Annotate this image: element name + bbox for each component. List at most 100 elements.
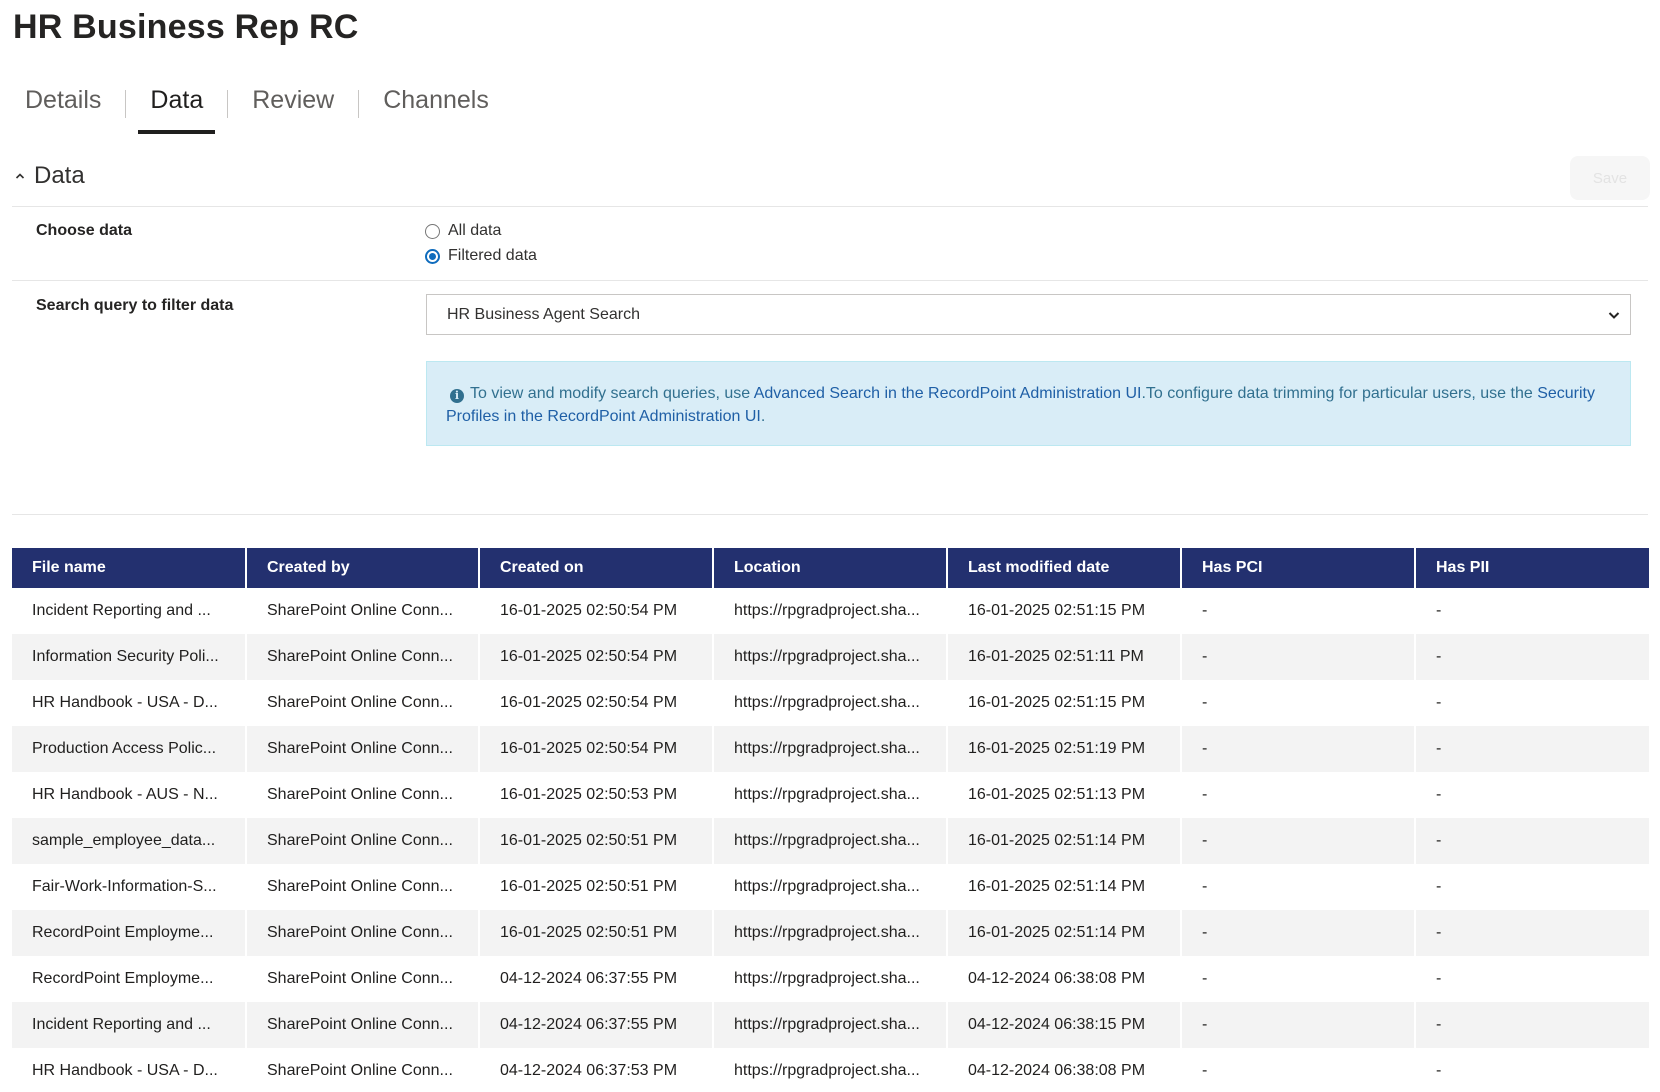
created-by-cell: SharePoint Online Conn... — [246, 726, 480, 772]
file-name-cell: Incident Reporting and ... — [12, 588, 247, 634]
has-pii-cell: - — [1436, 602, 1442, 619]
column-header-location[interactable]: Location — [713, 548, 948, 588]
table-row[interactable]: Incident Reporting and ... SharePoint Onl… — [12, 588, 1649, 634]
has-pii-cell: - — [1436, 970, 1442, 987]
info-text: . — [760, 408, 766, 425]
table-row[interactable]: sample_employee_data... SharePoint Online… — [12, 818, 1649, 864]
info-text: .To configure data trimming for particul… — [1141, 385, 1538, 402]
has-pci-cell: - — [1181, 772, 1416, 818]
search-query-select[interactable]: HR Business Agent Search — [426, 294, 1631, 335]
created-on-cell: 16-01-2025 02:50:51 PM — [479, 818, 714, 864]
last-modified-cell: 04-12-2024 06:38:08 PM — [947, 1048, 1182, 1092]
has-pci-cell: - — [1181, 864, 1416, 910]
has-pci-cell: - — [1181, 726, 1416, 772]
has-pii-cell: - — [1436, 878, 1442, 895]
select-value: HR Business Agent Search — [447, 305, 640, 323]
column-header-last-modified[interactable]: Last modified date — [947, 548, 1182, 588]
last-modified-cell: 16-01-2025 02:51:14 PM — [947, 818, 1182, 864]
column-header-file-name[interactable]: File name — [12, 548, 247, 588]
created-on-cell: 16-01-2025 02:50:51 PM — [479, 864, 714, 910]
created-on-cell: 04-12-2024 06:37:55 PM — [479, 1002, 714, 1048]
created-by-cell: SharePoint Online Conn... — [246, 634, 480, 680]
file-name-cell: RecordPoint Employme... — [12, 956, 247, 1002]
last-modified-cell: 04-12-2024 06:38:15 PM — [947, 1002, 1182, 1048]
has-pci-cell: - — [1181, 956, 1416, 1002]
has-pii-cell: - — [1415, 634, 1649, 680]
last-modified-cell: 16-01-2025 02:51:11 PM — [947, 634, 1182, 680]
has-pii-cell: - — [1415, 910, 1649, 956]
tab-review[interactable]: Review — [240, 80, 346, 134]
tab-details[interactable]: Details — [13, 80, 113, 134]
last-modified-cell: 16-01-2025 02:51:14 PM — [947, 864, 1182, 910]
location-cell: https://rpgradproject.sha... — [713, 1002, 948, 1048]
file-name-cell: HR Handbook - USA - D... — [12, 1048, 247, 1092]
has-pci-cell: - — [1181, 588, 1416, 634]
location-cell: https://rpgradproject.sha... — [713, 818, 948, 864]
tab-separator — [358, 90, 360, 118]
tab-data[interactable]: Data — [138, 80, 216, 134]
created-by-cell: SharePoint Online Conn... — [246, 956, 480, 1002]
location-cell: https://rpgradproject.sha... — [713, 1048, 948, 1092]
info-message: i To view and modify search queries, use … — [426, 361, 1631, 446]
radio-button[interactable] — [425, 248, 440, 264]
table-row[interactable]: Information Security Poli... SharePoint O… — [12, 634, 1649, 680]
created-on-cell: 04-12-2024 06:37:53 PM — [479, 1048, 714, 1092]
table-row[interactable]: HR Handbook - USA - D... SharePoint Onlin… — [12, 1048, 1649, 1092]
tab-channels[interactable]: Channels — [371, 80, 501, 134]
created-on-cell: 16-01-2025 02:50:54 PM — [479, 680, 714, 726]
file-name-cell: sample_employee_data... — [12, 818, 247, 864]
table-row[interactable]: RecordPoint Employme... SharePoint Online… — [12, 956, 1649, 1002]
radio-all-data[interactable]: All data — [425, 222, 501, 240]
has-pii-cell: - — [1415, 726, 1649, 772]
location-cell: https://rpgradproject.sha... — [713, 772, 948, 818]
created-by-cell: SharePoint Online Conn... — [246, 910, 480, 956]
divider — [12, 514, 1648, 515]
created-by-cell: SharePoint Online Conn... — [246, 1048, 480, 1092]
has-pii-cell: - — [1415, 818, 1649, 864]
has-pci-cell: - — [1181, 910, 1416, 956]
advanced-search-link[interactable]: Advanced Search in the RecordPoint Admin… — [754, 385, 1142, 402]
has-pii-cell: - — [1436, 694, 1442, 711]
table-row[interactable]: Production Access Polic... SharePoint Onl… — [12, 726, 1649, 772]
created-by-cell: SharePoint Online Conn... — [246, 680, 480, 726]
created-by-cell: SharePoint Online Conn... — [246, 864, 480, 910]
search-query-label: Search query to filter data — [36, 297, 234, 314]
section-title: Data — [34, 162, 85, 189]
last-modified-cell: 16-01-2025 02:51:19 PM — [947, 726, 1182, 772]
table-row[interactable]: HR Handbook - USA - D... SharePoint Onlin… — [12, 680, 1649, 726]
table-row[interactable]: RecordPoint Employme... SharePoint Online… — [12, 910, 1649, 956]
has-pii-cell: - — [1436, 1062, 1442, 1079]
table-row[interactable]: Fair-Work-Information-S... SharePoint Onl… — [12, 864, 1649, 910]
last-modified-cell: 16-01-2025 02:51:15 PM — [947, 680, 1182, 726]
created-on-cell: 16-01-2025 02:50:54 PM — [479, 588, 714, 634]
info-icon: i — [450, 388, 464, 403]
file-name-cell: HR Handbook - USA - D... — [12, 680, 247, 726]
table-row[interactable]: HR Handbook - AUS - N... SharePoint Onlin… — [12, 772, 1649, 818]
has-pci-cell: - — [1181, 1002, 1416, 1048]
file-name-cell: Information Security Poli... — [12, 634, 247, 680]
data-section-toggle[interactable]: Data — [12, 162, 85, 190]
location-cell: https://rpgradproject.sha... — [713, 910, 948, 956]
created-on-cell: 16-01-2025 02:50:51 PM — [479, 910, 714, 956]
has-pci-cell: - — [1181, 634, 1416, 680]
last-modified-cell: 16-01-2025 02:51:14 PM — [947, 910, 1182, 956]
created-on-cell: 16-01-2025 02:50:54 PM — [479, 634, 714, 680]
radio-label: Filtered data — [448, 247, 537, 264]
location-cell: https://rpgradproject.sha... — [713, 634, 948, 680]
file-name-cell: Incident Reporting and ... — [12, 1002, 247, 1048]
column-header-has-pci[interactable]: Has PCI — [1181, 548, 1416, 588]
column-header-created-by[interactable]: Created by — [246, 548, 480, 588]
has-pci-cell: - — [1181, 1048, 1416, 1092]
file-name-cell: HR Handbook - AUS - N... — [12, 772, 247, 818]
save-button[interactable]: Save — [1570, 156, 1650, 200]
radio-button[interactable] — [425, 223, 440, 239]
table-row[interactable]: Incident Reporting and ... SharePoint Onl… — [12, 1002, 1649, 1048]
radio-filtered-data[interactable]: Filtered data — [425, 247, 537, 265]
column-header-created-on[interactable]: Created on — [479, 548, 714, 588]
tab-separator — [125, 90, 127, 118]
info-text: To view and modify search queries, use — [470, 385, 754, 402]
location-cell: https://rpgradproject.sha... — [713, 956, 948, 1002]
last-modified-cell: 16-01-2025 02:51:15 PM — [947, 588, 1182, 634]
tab-bar: Details Data Review Channels — [13, 80, 507, 134]
column-header-has-pii[interactable]: Has PII — [1415, 548, 1649, 588]
